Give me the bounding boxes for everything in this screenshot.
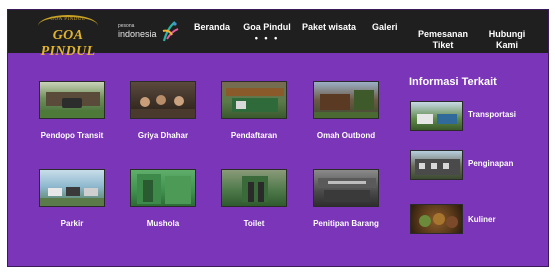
facility-photo [221,81,287,119]
facility-photo [221,169,287,207]
facility-label: Omah Outbond [316,131,376,140]
related-label: Penginapan [468,159,514,168]
nav-galeri[interactable]: Galeri [372,22,398,33]
related-label: Transportasi [468,110,517,119]
nav-pemesanan-tiket-label: Pemesanan Tiket [417,29,469,50]
nav-goa-pindul[interactable]: Goa Pindul • • • [241,22,293,43]
related-photo [410,150,463,180]
nav-goa-pindul-label: Goa Pindul [243,22,291,32]
page-frame: GOA PINDUL GOA PINDUL pesona indonesia B… [7,9,549,267]
pesona-big-text: indonesia [118,29,157,39]
facility-photo [313,169,379,207]
top-navbar: GOA PINDUL GOA PINDUL pesona indonesia B… [8,10,548,59]
nav-galeri-label: Galeri [372,22,398,32]
pesona-indonesia-logo: pesona indonesia [118,19,180,45]
pesona-bird-icon [162,21,179,42]
nav-hubungi-kami-label: Hubungi Kami [488,29,526,50]
facility-photo [130,81,196,119]
nav-hubungi-kami[interactable]: Hubungi Kami [482,18,532,51]
facility-label: Penitipan Barang [313,219,379,228]
logo-subtext: GOA PINDUL [50,17,86,22]
nav-paket-wisata-label: Paket wisata [302,22,357,32]
nav-pemesanan-tiket[interactable]: Pemesanan Tiket [413,18,473,51]
related-label: Kuliner [468,215,496,224]
facility-photo [130,169,196,207]
logo-text: GOA PINDUL [40,28,96,59]
nav-beranda-label: Beranda [194,22,231,32]
nav-beranda[interactable]: Beranda [194,22,230,33]
facility-photo [313,81,379,119]
active-indicator-dots: • • • [254,33,280,43]
facility-photo [39,169,105,207]
goa-pindul-logo[interactable]: GOA PINDUL GOA PINDUL [26,14,110,59]
facility-photo [39,81,105,119]
nav-paket-wisata[interactable]: Paket wisata [302,22,356,33]
related-photo [410,101,463,131]
related-photo [410,204,463,234]
related-info-title: Informasi Terkait [409,76,497,88]
